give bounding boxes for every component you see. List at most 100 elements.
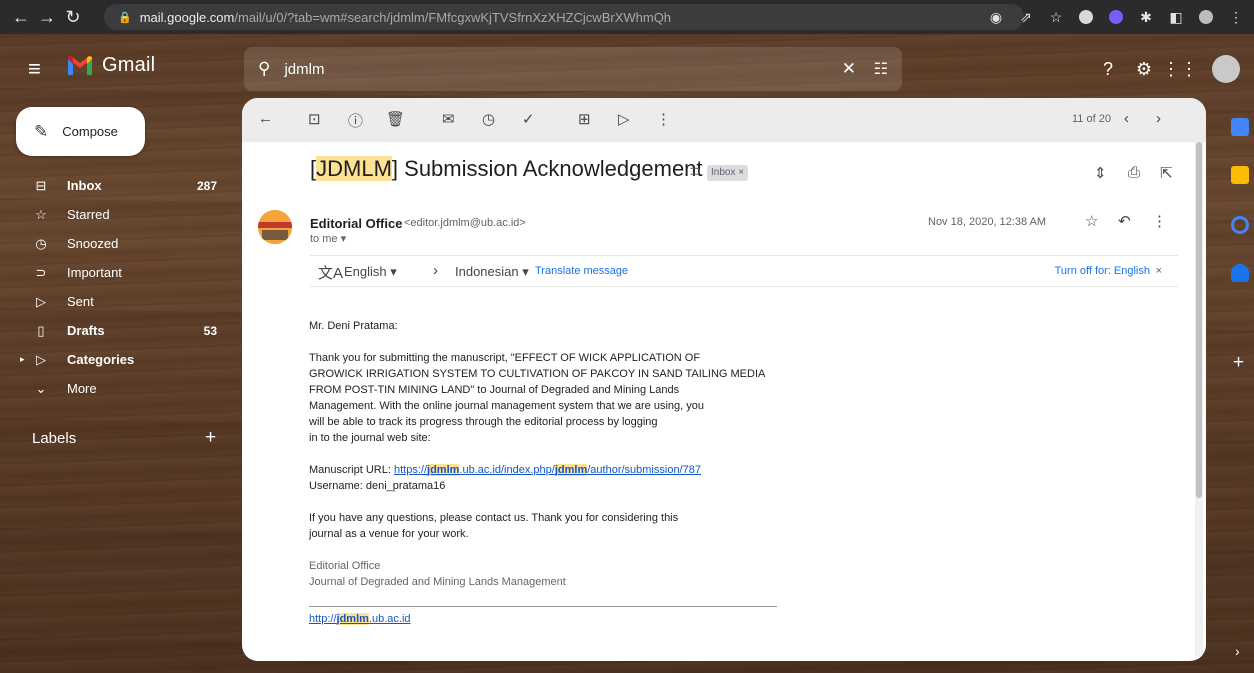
body-line: Management. With the online journal mana… bbox=[309, 400, 704, 412]
url-part: http:// bbox=[309, 613, 337, 625]
labels-header: Labels bbox=[32, 430, 77, 447]
manuscript-url-label: Manuscript URL: bbox=[309, 464, 394, 476]
inbox-icon: ⊟ bbox=[35, 177, 47, 193]
side-panel-icon[interactable]: ◧ bbox=[1164, 5, 1188, 29]
apps-grid-icon[interactable]: ⋮⋮ bbox=[1162, 59, 1198, 80]
mark-unread-icon[interactable]: ✉ bbox=[442, 110, 455, 128]
eye-icon[interactable]: ◉ bbox=[984, 5, 1008, 29]
tasks-icon[interactable] bbox=[1231, 216, 1249, 234]
help-icon[interactable]: ? bbox=[1090, 59, 1126, 80]
profile-icon[interactable] bbox=[1194, 5, 1218, 29]
open-new-window-icon[interactable]: ⇱ bbox=[1160, 164, 1173, 182]
calendar-icon[interactable] bbox=[1231, 118, 1249, 136]
manuscript-url-link[interactable]: https://jdmlm.ub.ac.id/index.php/jdmlm/a… bbox=[394, 464, 701, 476]
search-input[interactable]: jdmlm bbox=[284, 61, 324, 78]
search-icon[interactable]: ⚲ bbox=[258, 59, 270, 79]
sidebar-item-label: Starred bbox=[67, 207, 110, 222]
sidebar-item-label: Sent bbox=[67, 294, 94, 309]
show-side-panel-icon[interactable]: › bbox=[1235, 643, 1240, 659]
more-options-icon[interactable]: ⋮ bbox=[656, 110, 671, 128]
sidebar-item-label: Inbox bbox=[67, 178, 102, 193]
search-options-icon[interactable]: ☷ bbox=[874, 59, 888, 79]
newer-chevron-icon[interactable]: ‹ bbox=[1124, 110, 1129, 127]
label-as-icon[interactable]: ▷ bbox=[618, 110, 630, 128]
print-icon[interactable]: ⎙ bbox=[1128, 164, 1140, 181]
snooze-icon[interactable]: ◷ bbox=[482, 110, 495, 128]
expand-caret-icon[interactable]: ▸ bbox=[20, 354, 25, 365]
keep-icon[interactable] bbox=[1231, 166, 1249, 184]
vpn-extension-icon[interactable] bbox=[1074, 5, 1098, 29]
back-to-list-icon[interactable]: ← bbox=[258, 110, 273, 127]
sidebar-item-more[interactable]: ⌄ More bbox=[0, 374, 232, 403]
delete-icon[interactable]: 🗑 bbox=[386, 110, 405, 128]
star-icon[interactable]: ☆ bbox=[1085, 212, 1098, 230]
body-line: FROM POST-TIN MINING LAND" to Journal of… bbox=[309, 384, 680, 396]
body-line: If you have any questions, please contac… bbox=[309, 512, 679, 524]
body-line: in to the journal web site: bbox=[309, 432, 431, 444]
add-label-icon[interactable]: + bbox=[205, 427, 216, 449]
expand-all-icon[interactable]: ⇕ bbox=[1094, 164, 1107, 182]
important-marker-icon[interactable]: ⊃ bbox=[689, 162, 702, 180]
translate-message-link[interactable]: Translate message bbox=[535, 265, 628, 277]
share-icon[interactable]: ⇗ bbox=[1014, 5, 1038, 29]
reload-icon[interactable]: ↻ bbox=[60, 4, 86, 30]
email-body: Mr. Deni Pratama: Thank you for submitti… bbox=[309, 318, 849, 627]
older-chevron-icon[interactable]: › bbox=[1156, 110, 1161, 127]
compose-button[interactable]: ✎ Compose bbox=[16, 107, 145, 156]
recipient-details[interactable]: to me ▾ bbox=[310, 232, 346, 245]
sidebar-item-drafts[interactable]: ▯ Drafts 53 bbox=[0, 316, 232, 345]
sender-name: Editorial Office bbox=[310, 216, 403, 231]
message-scrollbar[interactable] bbox=[1195, 142, 1203, 657]
back-icon[interactable]: ← bbox=[8, 4, 34, 30]
contacts-icon[interactable] bbox=[1231, 264, 1249, 282]
sidebar-item-sent[interactable]: ▷ Sent bbox=[0, 287, 232, 316]
clear-search-icon[interactable]: ✕ bbox=[842, 59, 856, 79]
signature-line: Journal of Degraded and Mining Lands Man… bbox=[309, 576, 566, 588]
target-language-select[interactable]: Indonesian ▾ bbox=[455, 264, 529, 280]
settings-gear-icon[interactable]: ⚙ bbox=[1126, 59, 1162, 80]
browser-nav: ← → ↻ bbox=[0, 4, 86, 30]
gmail-logo[interactable]: Gmail bbox=[66, 54, 155, 77]
turn-off-translate-link[interactable]: Turn off for: English bbox=[1055, 265, 1150, 277]
inbox-label-chip[interactable]: Inbox × bbox=[707, 165, 749, 181]
move-to-icon[interactable]: ⊞ bbox=[578, 110, 591, 128]
bookmark-star-icon[interactable]: ☆ bbox=[1044, 5, 1068, 29]
add-task-icon[interactable]: ✓ bbox=[522, 110, 535, 128]
main-menu-icon[interactable]: ≡ bbox=[28, 56, 41, 82]
pager-count: 11 of 20 bbox=[1072, 113, 1111, 125]
account-avatar[interactable] bbox=[1212, 55, 1240, 83]
add-addon-icon[interactable]: + bbox=[1233, 352, 1244, 374]
body-paragraph: If you have any questions, please contac… bbox=[309, 510, 849, 542]
sidebar-item-important[interactable]: ⊃ Important bbox=[0, 258, 232, 287]
body-line: journal as a venue for your work. bbox=[309, 528, 469, 540]
journal-site-link[interactable]: http://jdmlm.ub.ac.id bbox=[309, 613, 411, 625]
drafts-count: 53 bbox=[203, 323, 217, 338]
source-language-select[interactable]: English ▾ bbox=[344, 264, 397, 280]
reply-icon[interactable]: ↶ bbox=[1118, 212, 1131, 230]
close-translate-icon[interactable]: × bbox=[1156, 265, 1162, 277]
address-bar[interactable]: 🔒 mail.google.com/mail/u/0/?tab=wm#searc… bbox=[104, 4, 1024, 30]
url-part: .ub.ac.id bbox=[368, 613, 411, 625]
sidebar-item-starred[interactable]: ☆ Starred bbox=[0, 200, 232, 229]
sidebar-item-inbox[interactable]: ⊟ Inbox 287 bbox=[0, 171, 232, 200]
url-part: .ub.ac.id/index.php/ bbox=[459, 464, 555, 476]
archive-icon[interactable]: ⊡ bbox=[308, 110, 321, 128]
forward-icon[interactable]: → bbox=[34, 4, 60, 30]
side-panel-rail: + › bbox=[1226, 106, 1254, 666]
email-date: Nov 18, 2020, 12:38 AM bbox=[928, 216, 1047, 228]
browser-menu-icon[interactable]: ⋮ bbox=[1224, 5, 1248, 29]
search-bar[interactable]: ⚲ jdmlm ✕ ☷ bbox=[244, 47, 902, 91]
loop-extension-icon[interactable] bbox=[1104, 5, 1128, 29]
extensions-puzzle-icon[interactable]: ✱ bbox=[1134, 5, 1158, 29]
lock-icon[interactable]: 🔒 bbox=[118, 11, 132, 24]
browser-actions: ◉ ⇗ ☆ ✱ ◧ ⋮ bbox=[984, 0, 1248, 34]
sidebar-item-categories[interactable]: ▸ ▷ Categories bbox=[0, 345, 232, 374]
sidebar-item-snoozed[interactable]: ◷ Snoozed bbox=[0, 229, 232, 258]
gmail-m-icon bbox=[66, 55, 94, 77]
sidebar-item-label: Snoozed bbox=[67, 236, 119, 251]
scrollbar-thumb[interactable] bbox=[1196, 142, 1202, 498]
message-toolbar: ← ⊡ ⓘ 🗑 ✉ ◷ ✓ ⊞ ▷ ⋮ 11 of 20 ‹ › bbox=[242, 98, 1206, 142]
sender-avatar[interactable] bbox=[258, 210, 292, 244]
message-more-icon[interactable]: ⋮ bbox=[1152, 212, 1167, 230]
report-spam-icon[interactable]: ⓘ bbox=[348, 110, 363, 131]
